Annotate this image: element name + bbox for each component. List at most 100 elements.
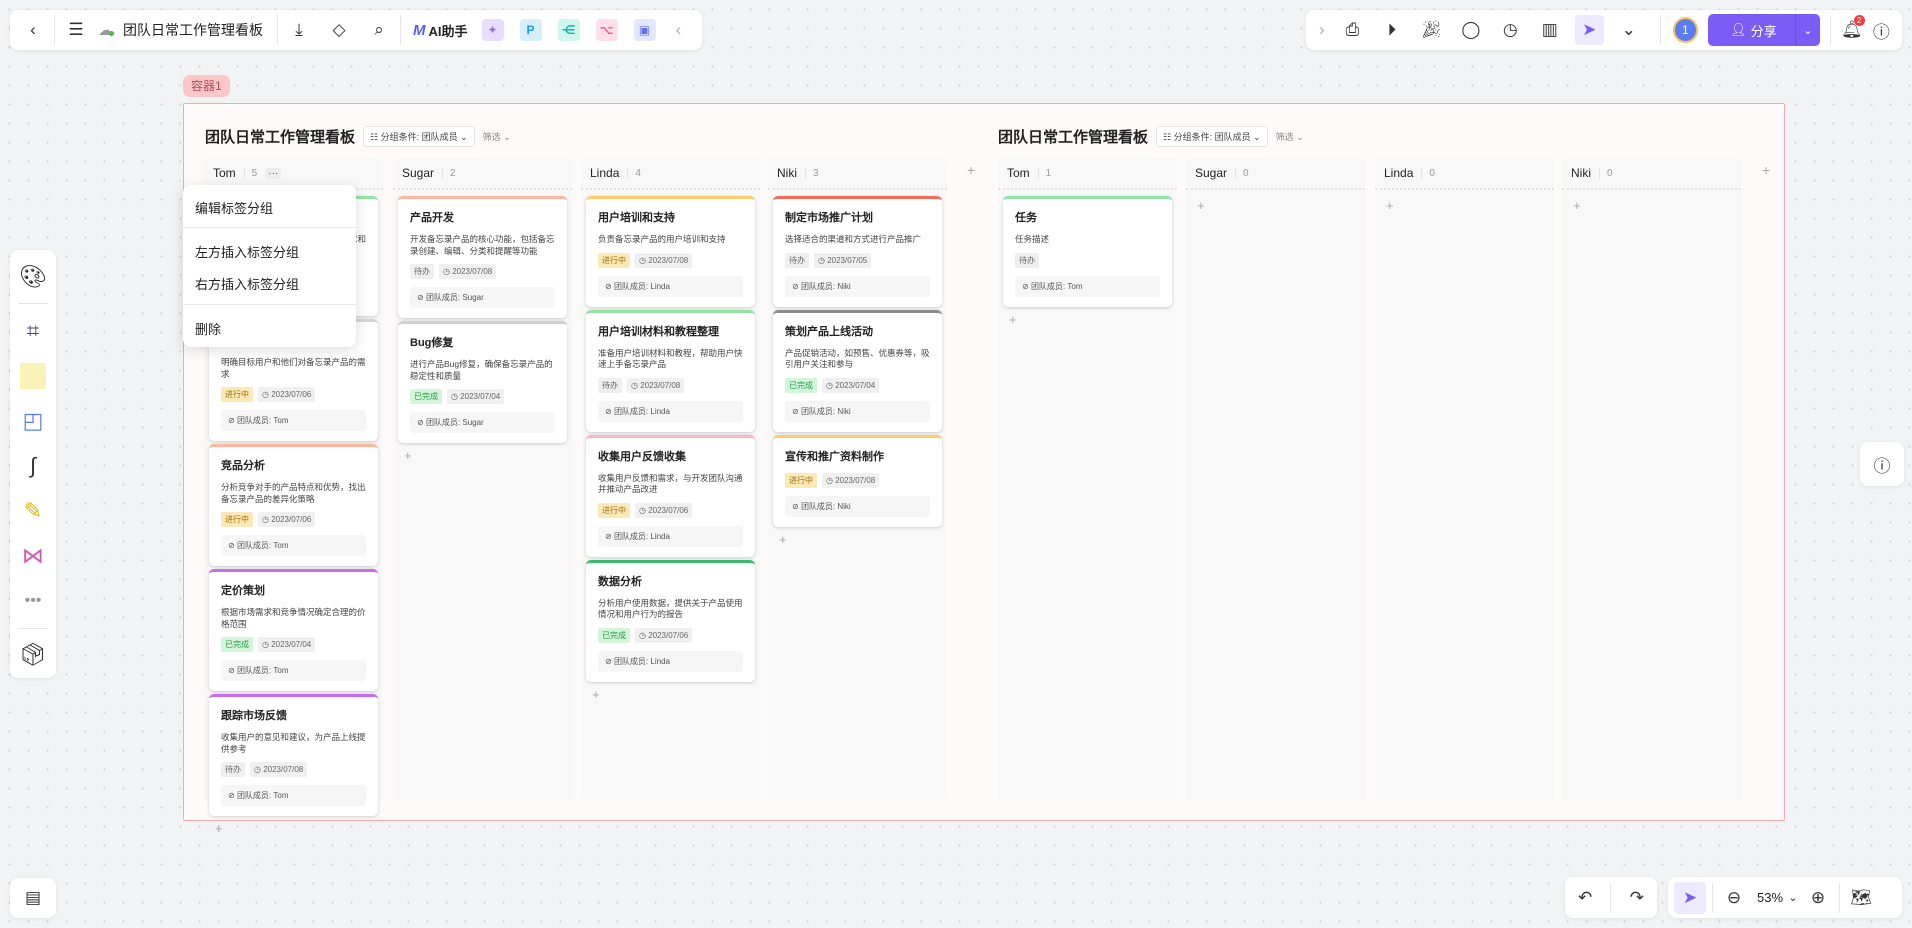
menu-icon[interactable]: ☰: [61, 15, 91, 45]
celebrate-icon[interactable]: 🎉︎: [1417, 15, 1446, 45]
column-header[interactable]: Niki 0: [1562, 158, 1741, 190]
board-title-text: 团队日常工作管理看板: [998, 129, 1149, 146]
task-card[interactable]: 策划产品上线活动 产品促销活动，如预售、优惠券等，吸引用户关注和参与 已完成 ◷ 20…: [773, 309, 942, 432]
undo-icon[interactable]: ↶: [1570, 883, 1600, 913]
timer-icon[interactable]: ◷: [1496, 15, 1525, 45]
more-options-icon[interactable]: ···: [265, 167, 282, 179]
chat-icon[interactable]: ▣: [633, 19, 656, 41]
back-icon[interactable]: ‹: [18, 15, 48, 45]
comment-icon[interactable]: ◯: [1456, 15, 1485, 45]
divider: [1610, 882, 1612, 913]
due-date: 2023/07/05: [827, 255, 868, 265]
container-label[interactable]: 容器1: [183, 75, 230, 97]
frame-icon[interactable]: ⌗: [10, 308, 56, 353]
column-header[interactable]: Tom 1: [998, 158, 1177, 190]
task-card[interactable]: 数据分析 分析用户使用数据，提供关于产品使用情况和用户行为的报告 已完成 ◷ 2023…: [586, 559, 755, 682]
download-icon[interactable]: ⤓: [284, 15, 314, 45]
add-card-button[interactable]: +: [1567, 196, 1736, 215]
member-icon: ⊘: [605, 281, 614, 291]
add-card-button[interactable]: +: [398, 446, 567, 465]
zoom-out-icon[interactable]: ⊖: [1719, 883, 1749, 913]
pen-icon[interactable]: ✎: [10, 489, 56, 534]
share-button[interactable]: 👤︎ 分享: [1708, 14, 1799, 46]
plugins-box-icon[interactable]: 📦︎: [10, 633, 56, 678]
card-tags: 已完成 ◷ 2023/07/04: [785, 377, 930, 393]
chart-icon[interactable]: ▥: [1535, 15, 1564, 45]
bell-icon[interactable]: 🔔︎ 2: [1837, 15, 1866, 45]
share-dropdown-button[interactable]: ⌄: [1794, 14, 1821, 46]
shape-icon[interactable]: ◰: [10, 398, 56, 443]
task-card[interactable]: 收集用户反馈收集 收集用户反馈和需求，与开发团队沟通并推动产品改进 进行中 ◷ 202…: [586, 434, 755, 557]
mindmap-tool-icon[interactable]: ⋈: [10, 534, 56, 579]
add-card-button[interactable]: +: [1003, 310, 1172, 329]
select-tool-icon[interactable]: ➤: [1674, 881, 1706, 914]
task-card[interactable]: 定价策划 根据市场需求和竞争情况确定合理的价格范围 已完成 ◷ 2023/07/04 ⊘…: [209, 569, 378, 691]
task-card[interactable]: 制定市场推广计划 选择适合的渠道和方式进行产品推广 待办 ◷ 2023/07/05 ⊘ …: [773, 196, 942, 307]
clock-icon: ◷: [639, 505, 649, 515]
history-toolbar: ↶ ↷: [1565, 877, 1657, 918]
add-column-button[interactable]: +: [967, 162, 975, 178]
ai-assistant-button[interactable]: M AI助手: [413, 21, 468, 40]
select-cursor-icon[interactable]: ➤: [1574, 15, 1605, 45]
task-card[interactable]: 用户培训材料和教程整理 准备用户培训材料和教程，帮助用户快速上手备忘录产品 待办 ◷ …: [586, 309, 755, 432]
flow-icon[interactable]: ⌥: [595, 19, 618, 41]
connector-icon[interactable]: ∫: [10, 443, 56, 488]
info-button[interactable]: ⓘ: [1860, 442, 1904, 486]
menu-item-insert-right[interactable]: 右方插入标签分组: [195, 274, 299, 293]
add-column-button[interactable]: +: [1762, 162, 1770, 178]
column-header[interactable]: Sugar 2: [393, 158, 572, 190]
member-field: ⊘ 团队成员: Sugar: [410, 287, 555, 308]
search-icon[interactable]: ⌕: [364, 15, 394, 45]
column-header[interactable]: Niki 3: [768, 158, 947, 190]
more-tools-icon[interactable]: •••: [10, 579, 56, 624]
menu-item-edit-group[interactable]: 编辑标签分组: [195, 198, 273, 217]
doc-title[interactable]: 团队日常工作管理看板: [123, 20, 263, 40]
expand-icon[interactable]: ›: [1312, 15, 1332, 45]
member-icon: ⊘: [417, 418, 426, 427]
menu-item-delete[interactable]: 删除: [195, 319, 221, 338]
avatar[interactable]: 1: [1672, 17, 1699, 43]
task-card[interactable]: Bug修复 进行产品Bug修复，确保备忘录产品的稳定性和质量 已完成 ◷ 2023/0…: [398, 321, 567, 443]
task-card[interactable]: 任务 任务描述 待办 ⊘ 团队成员: Tom: [1003, 196, 1172, 307]
column-count: 0: [1421, 167, 1435, 179]
add-card-button[interactable]: +: [773, 530, 942, 549]
column-header[interactable]: Sugar 0: [1186, 158, 1365, 190]
lock-file-icon[interactable]: ⎙: [1338, 15, 1367, 45]
task-card[interactable]: 跟踪市场反馈 收集用户的意见和建议，为产品上线提供参考 待办 ◷ 2023/07/08…: [209, 694, 378, 816]
zoom-in-icon[interactable]: ⊕: [1803, 883, 1833, 913]
image-gen-icon[interactable]: ✦: [481, 19, 504, 41]
clock-icon: ◷: [262, 640, 272, 649]
zoom-toolbar: ➤ ⊖ 53% ⌄ ⊕ 🗺︎: [1668, 877, 1902, 918]
task-card[interactable]: 用户培训和支持 负责备忘录产品的用户培训和支持 进行中 ◷ 2023/07/08 ⊘ 团…: [586, 196, 755, 307]
redo-icon[interactable]: ↷: [1622, 883, 1652, 913]
add-card-button[interactable]: +: [1380, 196, 1549, 215]
tag-icon[interactable]: ◇: [324, 15, 354, 45]
filter-button[interactable]: 筛选 ⌄: [483, 130, 511, 143]
column-header[interactable]: Linda 4: [581, 158, 760, 190]
task-card[interactable]: 竞品分析 分析竞争对手的产品特点和优势，找出备忘录产品的差异化策略 进行中 ◷ 202…: [209, 444, 378, 566]
add-card-button[interactable]: +: [1191, 196, 1360, 215]
group-by-select[interactable]: ☷ 分组条件: 团队成员 ⌄: [1156, 126, 1268, 147]
collapse-icon[interactable]: ‹: [664, 15, 694, 45]
minimap-toggle-button[interactable]: ▤: [10, 878, 56, 918]
help-icon[interactable]: ⓘ: [1867, 15, 1896, 45]
p-icon[interactable]: P: [519, 19, 542, 41]
templates-icon[interactable]: 🎨︎: [10, 254, 56, 299]
notification-badge: 2: [1853, 15, 1865, 26]
due-date-badge: ◷ 2023/07/05: [814, 252, 872, 268]
task-card[interactable]: 宣传和推广资料制作 进行中 ◷ 2023/07/08 ⊘ 团队成员: Niki: [773, 434, 942, 527]
sticky-note-icon[interactable]: [10, 353, 56, 398]
zoom-dropdown-icon[interactable]: ⌄: [1783, 883, 1803, 913]
mindmap-icon[interactable]: ⋲: [557, 19, 580, 41]
menu-item-insert-left[interactable]: 左方插入标签分组: [195, 242, 299, 261]
group-by-select[interactable]: ☷ 分组条件: 团队成员 ⌄: [363, 126, 475, 147]
task-card[interactable]: 产品开发 开发备忘录产品的核心功能，包括备忘录创建、编辑、分类和提醒等功能 待办 ◷ …: [398, 196, 567, 318]
add-card-button[interactable]: +: [209, 819, 378, 838]
more-chevrons-icon[interactable]: ⌄: [1614, 15, 1643, 45]
play-icon[interactable]: ⏵: [1377, 15, 1406, 45]
zoom-level[interactable]: 53%: [1757, 890, 1783, 905]
map-icon[interactable]: 🗺︎: [1846, 883, 1876, 913]
add-card-button[interactable]: +: [586, 685, 755, 704]
filter-button[interactable]: 筛选 ⌄: [1276, 130, 1304, 143]
column-header[interactable]: Linda 0: [1375, 158, 1554, 190]
